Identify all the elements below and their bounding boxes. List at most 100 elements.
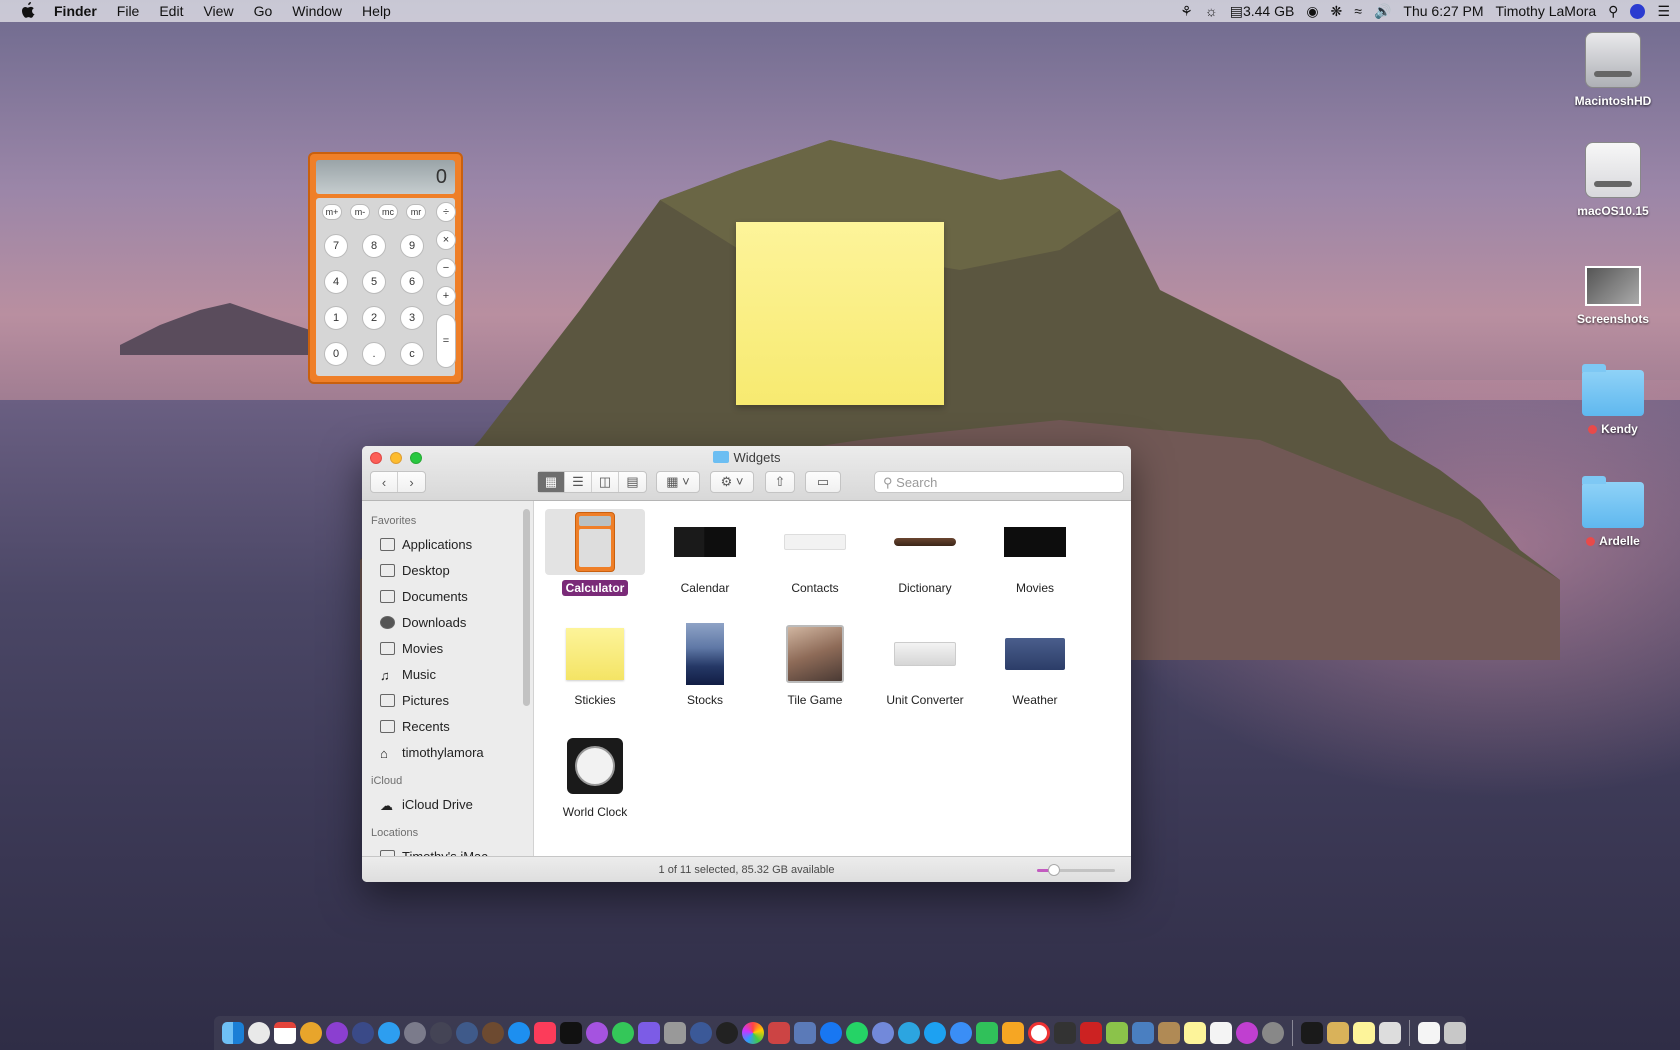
app-dock-icon[interactable]: [482, 1022, 504, 1044]
app-dock-icon[interactable]: [690, 1022, 712, 1044]
user-name[interactable]: Timothy LaMora: [1496, 3, 1597, 19]
sidebar-item-documents[interactable]: Documents: [362, 583, 533, 609]
photos-dock-icon[interactable]: [742, 1022, 764, 1044]
facetime-dock-icon[interactable]: [976, 1022, 998, 1044]
tv-dock-icon[interactable]: [560, 1022, 582, 1044]
calc-plus-button[interactable]: +: [436, 286, 456, 306]
app-dock-icon[interactable]: [1327, 1022, 1349, 1044]
news-dock-icon[interactable]: [1028, 1022, 1050, 1044]
calc-multiply-button[interactable]: ×: [436, 230, 456, 250]
app-dock-icon[interactable]: [352, 1022, 374, 1044]
finder-titlebar[interactable]: Widgets ‹ › ▦ ☰ ◫ ▤ ▦ ˅ ⚙ ˅ ⇧ ▭ ⚲ Search: [362, 446, 1131, 501]
app-dock-icon[interactable]: [456, 1022, 478, 1044]
calc-5-button[interactable]: 5: [362, 270, 386, 294]
action-dropdown[interactable]: ⚙ ˅: [710, 471, 754, 493]
desktop-icon-screenshots[interactable]: Screenshots: [1553, 266, 1673, 326]
safari-dock-icon[interactable]: [378, 1022, 400, 1044]
forward-button[interactable]: ›: [398, 472, 425, 492]
back-button[interactable]: ‹: [371, 472, 398, 492]
calc-minus-button[interactable]: −: [436, 258, 456, 278]
messenger-dock-icon[interactable]: [820, 1022, 842, 1044]
column-view-button[interactable]: ◫: [592, 472, 619, 492]
calc-decimal-button[interactable]: .: [362, 342, 386, 366]
menu-help[interactable]: Help: [352, 0, 401, 22]
menu-view[interactable]: View: [193, 0, 243, 22]
file-item-stocks[interactable]: Stocks: [655, 621, 755, 707]
sidebar-item-music[interactable]: ♫ Music: [362, 661, 533, 687]
notes-dock-icon[interactable]: [1184, 1022, 1206, 1044]
file-item-weather[interactable]: Weather: [985, 621, 1085, 707]
app-store-dock-icon[interactable]: [508, 1022, 530, 1044]
file-item-world-clock[interactable]: World Clock: [545, 733, 645, 819]
calc-divide-button[interactable]: ÷: [436, 202, 456, 222]
notification-center-icon[interactable]: ☰: [1657, 3, 1670, 20]
sidebar-item-recents[interactable]: Recents: [362, 713, 533, 739]
calc-clear-button[interactable]: c: [400, 342, 424, 366]
clock[interactable]: Thu 6:27 PM: [1403, 3, 1483, 19]
settings-icon[interactable]: ❋: [1331, 3, 1343, 20]
share-button[interactable]: ⇧: [765, 471, 795, 493]
calc-mminus-button[interactable]: m-: [350, 204, 370, 220]
calc-mr-button[interactable]: mr: [406, 204, 426, 220]
system-preferences-dock-icon[interactable]: [1262, 1022, 1284, 1044]
cat-icon[interactable]: ⚘: [1180, 3, 1193, 20]
telegram-dock-icon[interactable]: [898, 1022, 920, 1044]
menu-window[interactable]: Window: [282, 0, 352, 22]
icon-size-slider[interactable]: [1037, 864, 1115, 876]
whatsapp-dock-icon[interactable]: [846, 1022, 868, 1044]
menu-app-name[interactable]: Finder: [44, 0, 107, 22]
sidebar-item-desktop[interactable]: Desktop: [362, 557, 533, 583]
app-dock-icon[interactable]: [1236, 1022, 1258, 1044]
app-dock-icon[interactable]: [326, 1022, 348, 1044]
spotlight-icon[interactable]: ⚲: [1608, 3, 1618, 20]
calc-8-button[interactable]: 8: [362, 234, 386, 258]
brightness-icon[interactable]: ☼: [1205, 3, 1218, 19]
terminal-dock-icon[interactable]: [1301, 1022, 1323, 1044]
sidebar-item-movies[interactable]: Movies: [362, 635, 533, 661]
calc-3-button[interactable]: 3: [400, 306, 424, 330]
app-dock-icon[interactable]: [664, 1022, 686, 1044]
siri-icon[interactable]: [1630, 3, 1646, 19]
calc-7-button[interactable]: 7: [324, 234, 348, 258]
app-dock-icon[interactable]: [794, 1022, 816, 1044]
calculator-dock-icon[interactable]: [1379, 1022, 1401, 1044]
apple-icon[interactable]: [20, 2, 36, 20]
file-item-movies[interactable]: Movies: [985, 509, 1085, 595]
desktop-icon-kendy[interactable]: Kendy: [1553, 364, 1673, 436]
app-dock-icon[interactable]: [716, 1022, 738, 1044]
sidebar-item-pictures[interactable]: Pictures: [362, 687, 533, 713]
podcasts-dock-icon[interactable]: [586, 1022, 608, 1044]
calc-0-button[interactable]: 0: [324, 342, 348, 366]
desktop-icon-macos[interactable]: macOS10.15: [1553, 142, 1673, 218]
icon-view-button[interactable]: ▦: [538, 472, 565, 492]
app-dock-icon[interactable]: [1132, 1022, 1154, 1044]
sticky-note-widget[interactable]: [736, 222, 944, 405]
desktop-icon-macintoshhd[interactable]: MacintoshHD: [1553, 32, 1673, 108]
search-field[interactable]: ⚲ Search: [874, 471, 1124, 493]
music-dock-icon[interactable]: [534, 1022, 556, 1044]
menu-edit[interactable]: Edit: [149, 0, 193, 22]
stickies-dock-icon[interactable]: [1353, 1022, 1375, 1044]
app-dock-icon[interactable]: [1158, 1022, 1180, 1044]
desktop-icon-ardelle[interactable]: Ardelle: [1553, 476, 1673, 548]
memory-status[interactable]: ▤3.44 GB: [1230, 3, 1295, 20]
app-dock-icon[interactable]: [404, 1022, 426, 1044]
calendar-dock-icon[interactable]: [274, 1022, 296, 1044]
finder-dock-icon[interactable]: [222, 1022, 244, 1044]
messages-dock-icon[interactable]: [950, 1022, 972, 1044]
twitter-dock-icon[interactable]: [924, 1022, 946, 1044]
file-item-contacts[interactable]: Contacts: [765, 509, 865, 595]
file-item-calculator[interactable]: Calculator: [545, 509, 645, 596]
icon-size-slider-knob[interactable]: [1048, 864, 1061, 876]
document-dock-icon[interactable]: [1418, 1022, 1440, 1044]
calc-9-button[interactable]: 9: [400, 234, 424, 258]
file-item-dictionary[interactable]: Dictionary: [875, 509, 975, 595]
calc-6-button[interactable]: 6: [400, 270, 424, 294]
app-dock-icon[interactable]: [1054, 1022, 1076, 1044]
sidebar-item-applications[interactable]: Applications: [362, 531, 533, 557]
file-item-stickies[interactable]: Stickies: [545, 621, 645, 707]
calc-4-button[interactable]: 4: [324, 270, 348, 294]
list-view-button[interactable]: ☰: [565, 472, 592, 492]
wifi-icon[interactable]: ≈: [1354, 3, 1362, 19]
volume-icon[interactable]: 🔊: [1374, 3, 1391, 20]
